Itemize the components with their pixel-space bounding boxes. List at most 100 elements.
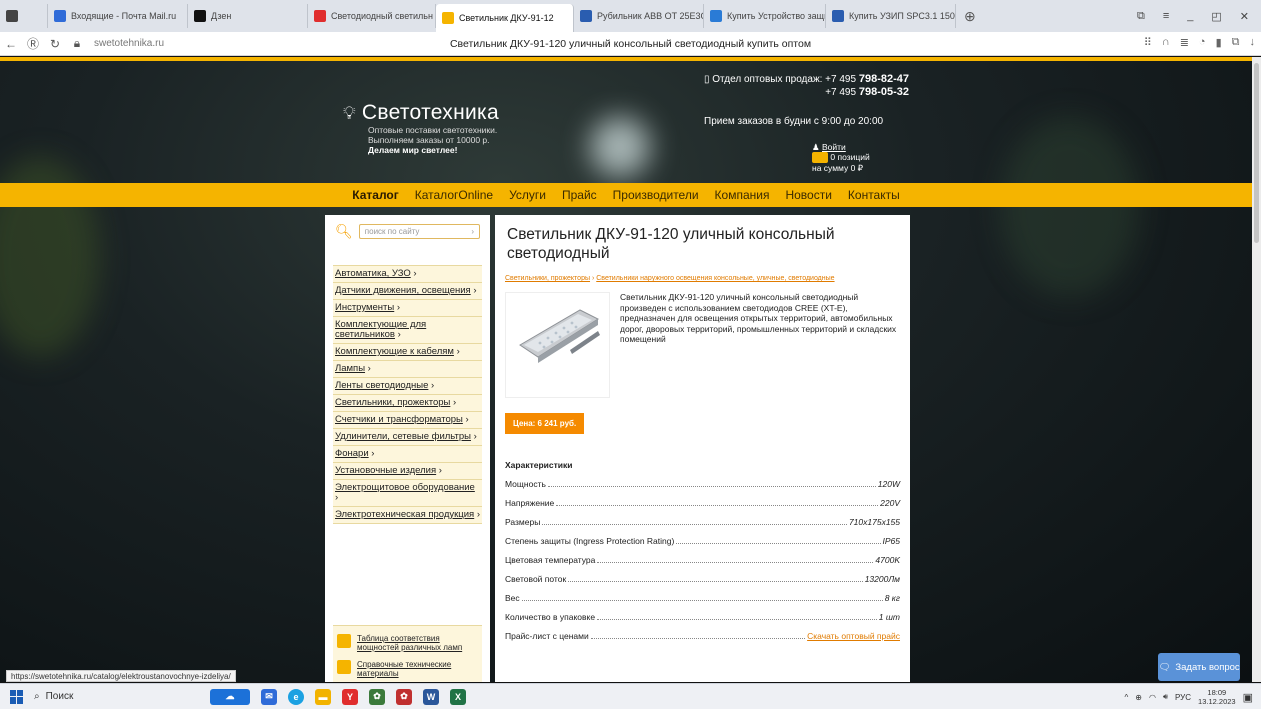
app-icon-1[interactable]: ✿ <box>369 688 385 705</box>
taskbar-search[interactable]: ⌕ Поиск <box>34 691 154 702</box>
yandex-protect-icon[interactable]: Ⓡ <box>22 35 44 52</box>
phone-2[interactable]: 798-05-32 <box>859 86 909 98</box>
bookmark-icon[interactable]: ▮ <box>1216 36 1222 49</box>
word-icon[interactable]: W <box>423 688 439 705</box>
login-link[interactable]: Войти <box>822 142 846 152</box>
category-link[interactable]: Удлинители, сетевые фильтры <box>335 431 471 442</box>
category-link[interactable]: Электрощитовое оборудование <box>335 482 475 493</box>
windows-start-icon[interactable] <box>10 689 24 704</box>
yandex-browser-icon[interactable]: Y <box>342 688 358 705</box>
cart-icon[interactable] <box>812 152 828 164</box>
minimize-icon[interactable]: _ <box>1187 10 1193 23</box>
tab-6[interactable]: Купить Устройство защит <box>704 4 826 28</box>
category-item[interactable]: Ленты светодиодные › <box>333 378 482 395</box>
clock[interactable]: 18:09 13.12.2023 <box>1198 688 1236 706</box>
site-logo[interactable]: 💡︎ Светотехника Оптовые поставки светотех… <box>343 101 499 155</box>
ask-question-button[interactable]: 🗨︎ Задать вопрос <box>1158 653 1240 681</box>
app-icon-2[interactable]: ✿ <box>396 688 412 705</box>
page-scrollbar[interactable] <box>1252 57 1261 682</box>
close-icon[interactable]: ✕ <box>1240 10 1249 23</box>
language-indicator[interactable]: РУС <box>1175 693 1191 702</box>
category-link[interactable]: Лампы <box>335 363 365 374</box>
mail-app-icon[interactable]: ✉ <box>261 688 277 705</box>
tab-7[interactable]: Купить УЗИП SPC3.1 150 <box>826 4 956 28</box>
search-icon[interactable]: 🔍︎ <box>335 223 353 240</box>
back-icon[interactable]: ← <box>0 37 22 51</box>
scrollbar-thumb[interactable] <box>1254 63 1259 243</box>
menu-item-7[interactable]: Контакты <box>848 188 900 202</box>
product-image[interactable] <box>505 292 610 398</box>
tab-0[interactable] <box>0 4 48 28</box>
tab-2[interactable]: Дзен <box>188 4 308 28</box>
category-item[interactable]: Датчики движения, освещения › <box>333 283 482 300</box>
category-link[interactable]: Счетчики и трансформаторы <box>335 414 463 425</box>
url-field[interactable]: swetotehnika.ru <box>94 38 164 49</box>
cart-count[interactable]: 0 позиций <box>830 152 869 162</box>
tab-manager-icon[interactable]: ⧉ <box>1137 10 1145 23</box>
restore-icon[interactable]: ◰ <box>1211 10 1221 23</box>
category-item[interactable]: Комплектующие к кабелям › <box>333 344 482 361</box>
category-item[interactable]: Светильники, прожекторы › <box>333 395 482 412</box>
category-item[interactable]: Фонари › <box>333 446 482 463</box>
category-link[interactable]: Фонари <box>335 448 369 459</box>
file-explorer-icon[interactable]: ▬ <box>315 688 331 705</box>
reload-icon[interactable]: ↻ <box>44 37 66 51</box>
category-item[interactable]: Установочные изделия › <box>333 463 482 480</box>
category-link[interactable]: Установочные изделия <box>335 465 436 476</box>
phone-1[interactable]: 798-82-47 <box>859 73 909 85</box>
volume-icon[interactable]: 🔊︎ <box>1163 692 1168 702</box>
wifi-icon[interactable]: ◠ <box>1149 693 1156 702</box>
category-item[interactable]: Электротехническая продукция › <box>333 507 482 524</box>
category-link[interactable]: Инструменты <box>335 302 394 313</box>
category-link[interactable]: Датчики движения, освещения <box>335 285 471 296</box>
breadcrumb-link-2[interactable]: Светильники наружного освещения консольн… <box>596 275 834 282</box>
category-item[interactable]: Электрощитовое оборудование › <box>333 480 482 507</box>
category-item[interactable]: Удлинители, сетевые фильтры › <box>333 429 482 446</box>
edge-icon[interactable]: e <box>288 688 304 705</box>
category-item[interactable]: Инструменты › <box>333 300 482 317</box>
tab-3[interactable]: Светодиодный светильн <box>308 4 436 28</box>
collections-icon[interactable]: ⧉ <box>1232 36 1240 49</box>
category-link[interactable]: Светильники, прожекторы <box>335 397 450 408</box>
category-link[interactable]: Ленты светодиодные <box>335 380 428 391</box>
tab-5[interactable]: Рубильник ABB OT 25E3C <box>574 4 704 28</box>
search-input[interactable]: поиск по сайту › <box>358 224 480 239</box>
category-item[interactable]: Счетчики и трансформаторы › <box>333 412 482 429</box>
menu-item-0[interactable]: Каталог <box>352 188 399 202</box>
reference-link[interactable]: Таблица соответствия мощностей различных… <box>337 634 480 652</box>
menu-item-2[interactable]: Услуги <box>509 188 546 202</box>
tab-1[interactable]: Входящие - Почта Mail.ru <box>48 4 188 28</box>
breadcrumb-link-1[interactable]: Светильники, прожекторы <box>505 275 590 282</box>
notifications-icon[interactable]: ▣ <box>1243 691 1253 704</box>
download-icon[interactable]: ↓ <box>1250 36 1256 49</box>
menu-item-1[interactable]: КаталогOnline <box>415 188 493 202</box>
search-submit-icon[interactable]: › <box>471 227 474 236</box>
category-link[interactable]: Электротехническая продукция <box>335 509 474 520</box>
category-item[interactable]: Комплектующие для светильников › <box>333 317 482 344</box>
menu-item-6[interactable]: Новости <box>785 188 831 202</box>
category-link[interactable]: Комплектующие для светильников <box>335 319 426 340</box>
menu-item-5[interactable]: Компания <box>715 188 770 202</box>
category-link[interactable]: Комплектующие к кабелям <box>335 346 454 357</box>
tray-app-icon[interactable]: ⊕ <box>1135 693 1142 702</box>
download-price-link[interactable]: Скачать оптовый прайс <box>807 631 900 641</box>
reference-link-label[interactable]: Таблица соответствия мощностей различных… <box>357 634 480 652</box>
reference-link-label[interactable]: Справочные технические материалы <box>357 660 480 678</box>
menu-item-3[interactable]: Прайс <box>562 188 597 202</box>
translate-icon[interactable]: ⠿ <box>1144 36 1152 49</box>
tab-4[interactable]: Светильник ДКУ-91-12 <box>436 4 574 32</box>
headphones-icon[interactable]: ∩ <box>1162 36 1170 49</box>
reference-link[interactable]: Справочные технические материалы <box>337 660 480 678</box>
category-link[interactable]: Автоматика, УЗО <box>335 268 411 279</box>
excel-icon[interactable]: X <box>450 688 466 705</box>
menu-item-4[interactable]: Производители <box>613 188 699 202</box>
reader-icon[interactable]: ≣ <box>1180 36 1189 49</box>
tray-chevron-icon[interactable]: ^ <box>1125 693 1129 702</box>
category-item[interactable]: Автоматика, УЗО › <box>333 266 482 283</box>
taskbar-widget-icon[interactable]: ☁ <box>210 688 250 705</box>
extension-icon[interactable]: ◔ <box>1199 36 1206 49</box>
menu-icon[interactable]: ≡ <box>1163 10 1169 23</box>
new-tab-icon[interactable]: ⊕ <box>964 8 976 25</box>
category-item[interactable]: Лампы › <box>333 361 482 378</box>
spec-dots <box>597 562 874 563</box>
